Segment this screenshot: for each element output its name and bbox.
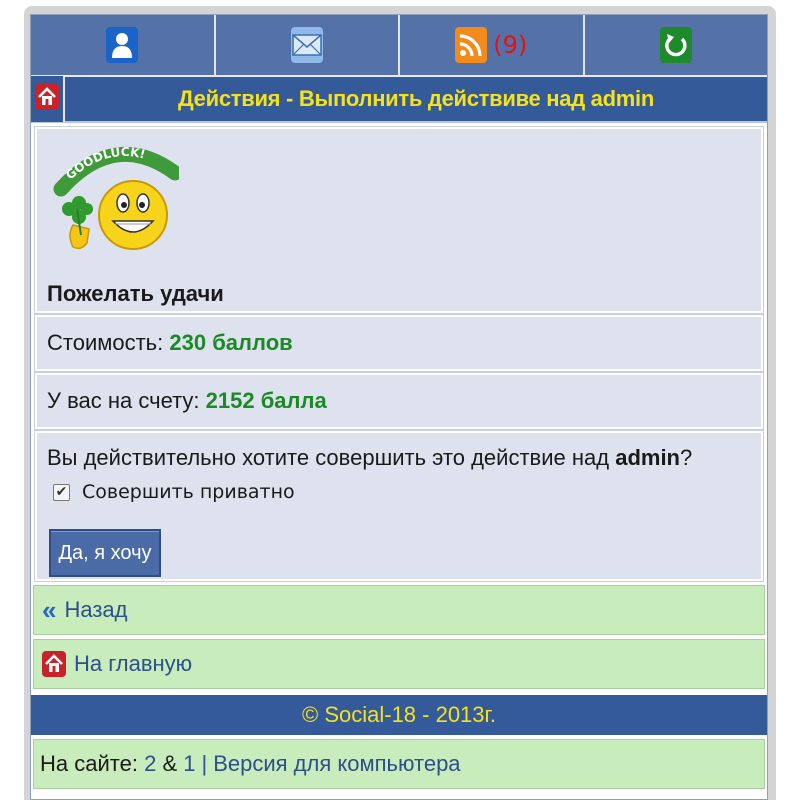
home-button-small[interactable] [31,76,65,122]
question-mark: ? [680,445,693,470]
home-icon [42,651,66,677]
home-link[interactable]: На главную [33,639,765,689]
separator: | [201,751,208,776]
target-username: admin [615,445,680,470]
title-bar: Действия - Выполнить действиве над admin [31,76,767,123]
cost-row: Стоимость: 230 баллов [34,314,764,372]
private-checkbox[interactable]: ✔ [53,483,70,501]
back-link-label: Назад [64,597,128,622]
goodluck-smiley-image: GOODLUCK! [51,139,183,269]
private-checkbox-label: Совершить приватно [82,481,295,503]
feed-count-badge: (9) [493,31,528,59]
confirm-question-text: Вы действительно хотите совершить это де… [47,445,610,470]
page-title: Действия - Выполнить действиве над admin [178,86,654,111]
footer-copyright: © Social-18 - 2013г. [31,695,767,735]
online-amp: & [162,751,178,776]
action-item-card: GOODLUCK! Пожелать удачи [34,126,764,314]
mail-icon [290,27,323,63]
rss-icon [455,27,488,63]
balance-value: 2152 балла [205,388,327,413]
back-link[interactable]: « Назад [33,585,765,635]
private-option: ✔ Совершить приватно [47,481,751,503]
nav-mail[interactable] [215,15,400,75]
confirm-question: Вы действительно хотите совершить это де… [47,445,751,471]
online-guests-link[interactable]: 1 [183,751,195,777]
home-link-label: На главную [74,651,193,676]
balance-label: У вас на счету: [47,388,200,413]
page: (9) Действия - Выполнить действиве над a… [30,14,768,800]
cost-value: 230 баллов [169,330,293,355]
online-status-bar: На сайте: 2 & 1 | Версия для компьютера [33,739,765,789]
refresh-icon [659,27,692,63]
desktop-version-link[interactable]: Версия для компьютера [213,751,460,777]
confirm-submit-button[interactable]: Да, я хочу [49,529,161,577]
user-icon [106,27,139,63]
confirm-form: Вы действительно хотите совершить это де… [34,430,764,582]
cost-label: Стоимость: [47,330,164,355]
online-users-link[interactable]: 2 [144,751,156,777]
top-nav: (9) [31,15,767,77]
home-icon [35,83,59,115]
nav-profile[interactable] [31,15,216,75]
online-label: На сайте: [40,751,138,776]
action-name: Пожелать удачи [47,281,224,306]
balance-row: У вас на счету: 2152 балла [34,372,764,430]
back-arrows-icon: « [42,594,57,625]
nav-refresh[interactable] [584,15,767,75]
nav-feed[interactable]: (9) [400,15,585,75]
